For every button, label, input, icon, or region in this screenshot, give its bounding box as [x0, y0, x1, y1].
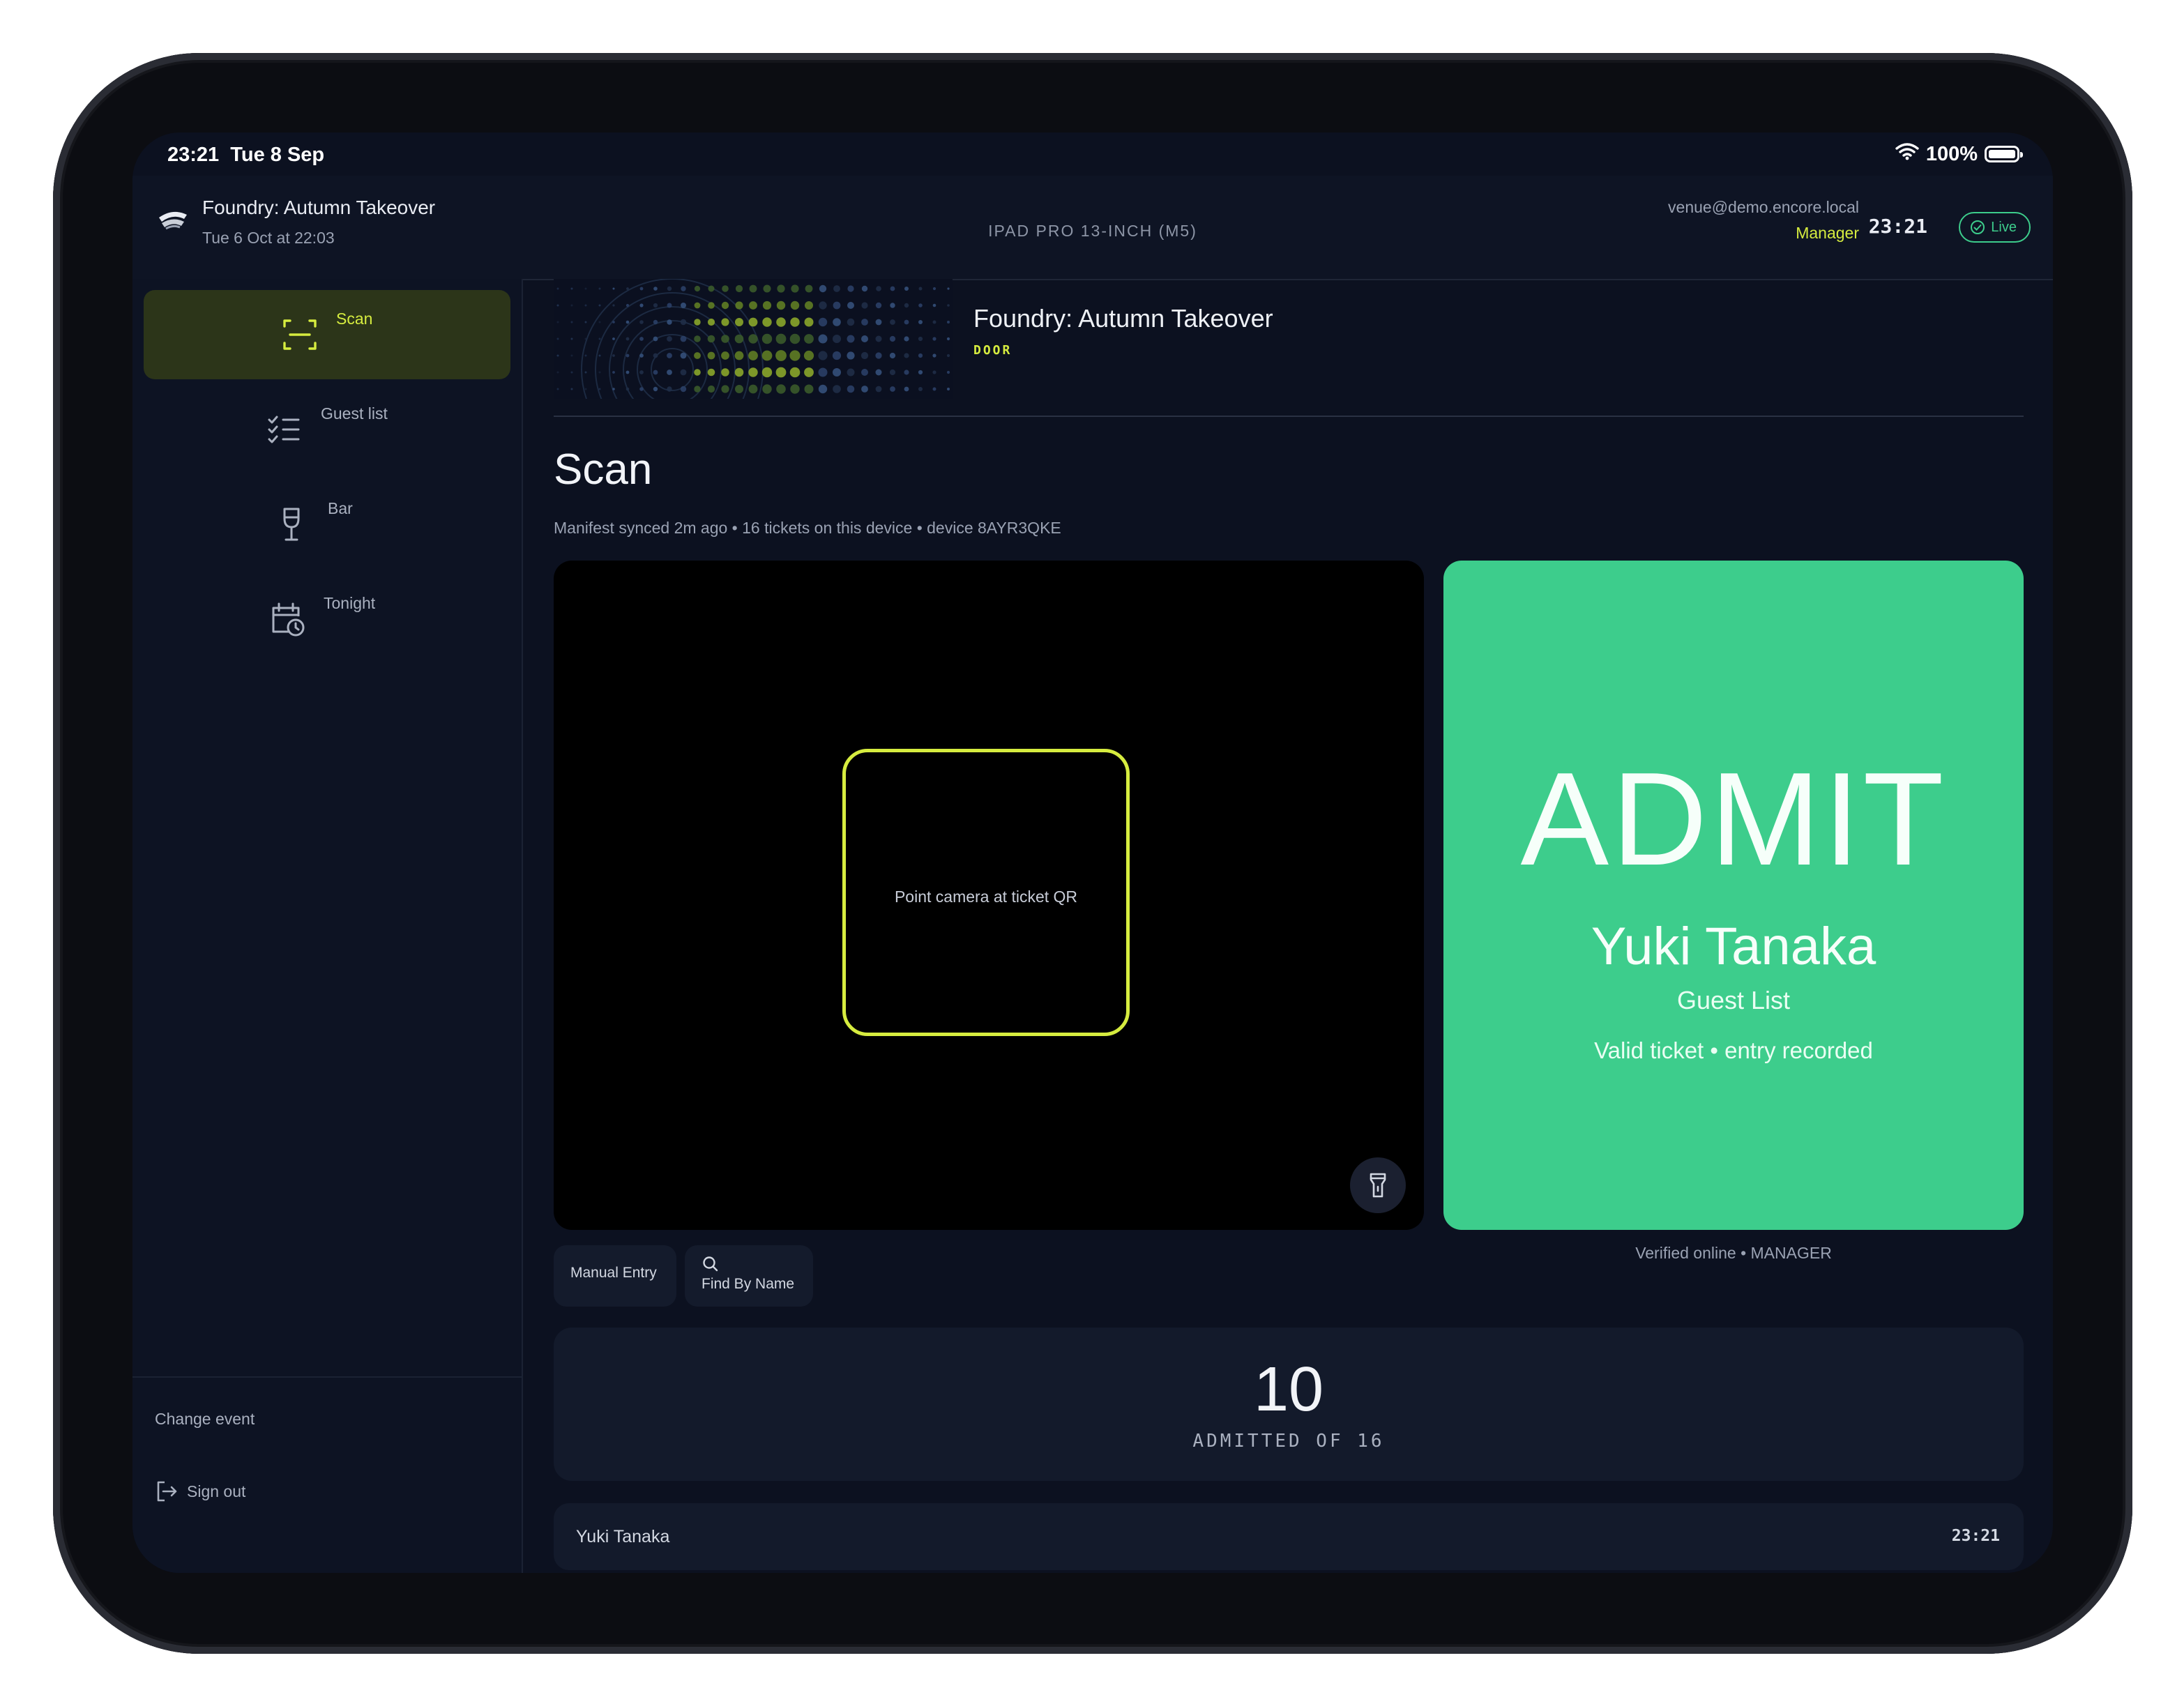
- find-by-name-button[interactable]: Find By Name: [685, 1245, 813, 1307]
- flashlight-button[interactable]: [1350, 1157, 1406, 1213]
- admission-counter: 10 ADMITTED OF 16: [554, 1328, 2024, 1481]
- sidebar-item-label: Bar: [328, 499, 353, 517]
- status-right: 100%: [1895, 142, 2023, 166]
- sidebar-item-label: Scan: [336, 310, 373, 328]
- admitted-count: 10: [1253, 1355, 1324, 1424]
- verification-note: Verified online • MANAGER: [1635, 1244, 1832, 1262]
- check-circle-icon: [1971, 220, 1985, 234]
- recent-scan-row[interactable]: Yuki Tanaka 23:21: [554, 1503, 2024, 1570]
- sign-out-button[interactable]: Sign out: [155, 1479, 245, 1503]
- status-time: 23:21: [167, 144, 220, 166]
- find-by-name-label: Find By Name: [702, 1276, 795, 1292]
- event-banner-image: [554, 279, 953, 399]
- main-content: Foundry: Autumn Takeover DOOR Scan Manif…: [523, 279, 2053, 1573]
- recent-scan-time: 23:21: [1951, 1527, 2000, 1545]
- header-event-title: Foundry: Autumn Takeover: [202, 197, 436, 218]
- manual-entry-label: Manual Entry: [570, 1265, 657, 1281]
- status-time-date: 23:21 Tue 8 Sep: [167, 144, 324, 167]
- live-label: Live: [1991, 219, 2017, 235]
- guest-name: Yuki Tanaka: [1591, 917, 1876, 976]
- page-title: Scan: [554, 446, 653, 494]
- checklist-icon: [268, 416, 300, 443]
- header-clock: 23:21: [1868, 215, 1927, 238]
- search-icon: [703, 1256, 718, 1272]
- sidebar-item-tonight[interactable]: Tonight: [144, 575, 510, 664]
- app-header: Foundry: Autumn Takeover Tue 6 Oct at 22…: [132, 176, 2053, 280]
- change-event-label: Change event: [155, 1410, 255, 1428]
- wine-glass-icon: [283, 508, 300, 541]
- qr-target-frame: Point camera at ticket QR: [842, 749, 1130, 1036]
- ticket-status: Valid ticket • entry recorded: [1594, 1037, 1873, 1063]
- device-screen: 23:21 Tue 8 Sep 100% Foundry: Autumn Tak…: [132, 132, 2053, 1573]
- scan-result-card: ADMIT Yuki Tanaka Guest List Valid ticke…: [1443, 561, 2024, 1230]
- sidebar: Scan Guest list Bar Tonight Change event…: [132, 279, 523, 1573]
- event-mode-tag: DOOR: [973, 343, 1013, 358]
- guest-ticket-type: Guest List: [1676, 986, 1791, 1014]
- admitted-label: ADMITTED OF 16: [1192, 1431, 1385, 1452]
- sidebar-item-label: Tonight: [324, 594, 376, 612]
- change-event-link[interactable]: Change event: [155, 1410, 255, 1429]
- recent-scan-name: Yuki Tanaka: [576, 1527, 670, 1546]
- sidebar-item-guest-list[interactable]: Guest list: [144, 385, 510, 474]
- battery-percent: 100%: [1925, 142, 1978, 165]
- status-date: Tue 8 Sep: [230, 144, 325, 166]
- sidebar-item-scan[interactable]: Scan: [144, 290, 510, 379]
- user-info: venue@demo.encore.local Manager: [1668, 198, 1859, 243]
- calendar-clock-icon: [272, 602, 305, 637]
- user-role: Manager: [1796, 224, 1859, 242]
- live-status-badge: Live: [1959, 212, 2031, 243]
- sign-out-label: Sign out: [187, 1482, 246, 1500]
- battery-fill: [1989, 150, 2015, 158]
- user-email: venue@demo.encore.local: [1668, 198, 1859, 216]
- scan-icon: [283, 319, 317, 350]
- event-artwork: [556, 279, 950, 399]
- sync-status: Manifest synced 2m ago • 16 tickets on t…: [554, 519, 1061, 537]
- wifi-icon: [1895, 142, 1919, 166]
- sidebar-item-label: Guest list: [321, 404, 388, 423]
- scan-hint: Point camera at ticket QR: [894, 888, 1078, 906]
- battery-icon: [1985, 146, 2023, 162]
- camera-viewfinder[interactable]: Point camera at ticket QR: [554, 561, 1424, 1230]
- flashlight-icon: [1370, 1173, 1386, 1198]
- event-title: Foundry: Autumn Takeover: [973, 304, 1273, 333]
- admit-verdict: ADMIT: [1520, 745, 1947, 893]
- status-bar: 23:21 Tue 8 Sep 100%: [132, 132, 2053, 176]
- sidebar-item-bar[interactable]: Bar: [144, 480, 510, 569]
- sign-out-icon: [157, 1481, 177, 1502]
- sidebar-divider: [132, 1376, 522, 1378]
- content-divider: [554, 416, 2024, 417]
- manual-entry-button[interactable]: Manual Entry: [554, 1245, 676, 1307]
